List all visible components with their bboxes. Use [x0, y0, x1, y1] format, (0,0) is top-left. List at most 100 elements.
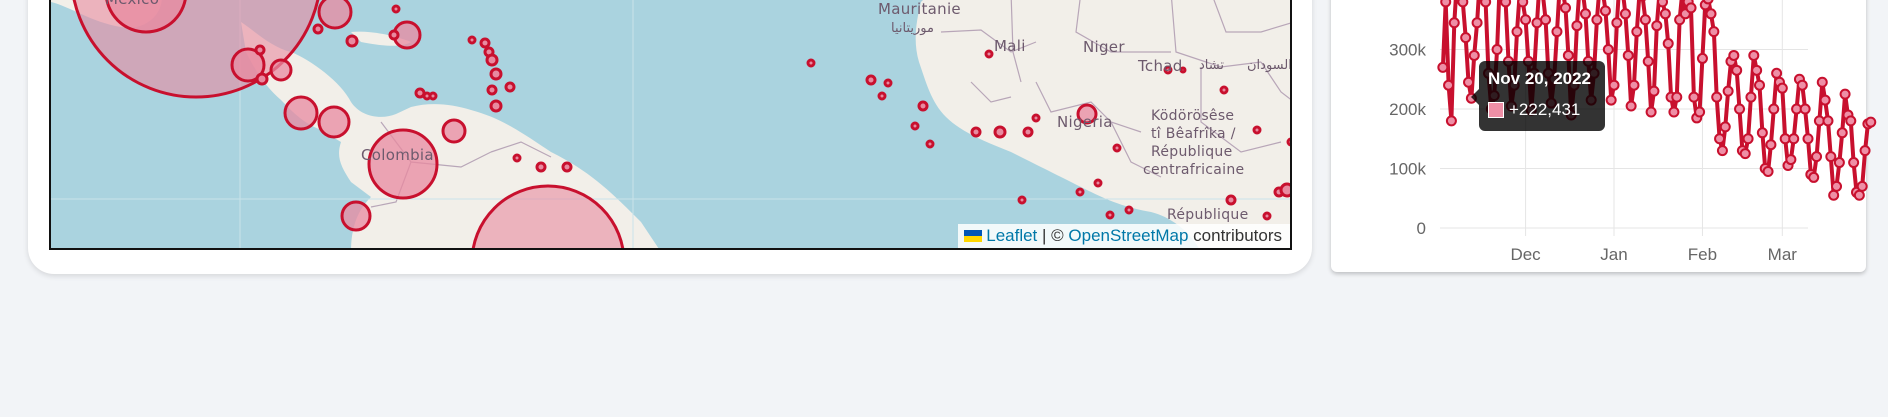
data-point: [1839, 88, 1851, 100]
data-point: [1685, 2, 1697, 14]
data-point: [1445, 115, 1457, 127]
data-point: [1560, 2, 1572, 14]
tooltip-swatch: [1488, 102, 1504, 118]
data-point: [1811, 151, 1823, 163]
data-point: [1785, 154, 1797, 166]
data-point: [1751, 64, 1763, 76]
x-tick-label: Mar: [1768, 245, 1798, 264]
data-point: [1457, 0, 1469, 8]
data-point: [1816, 76, 1828, 88]
data-point: [1622, 49, 1634, 61]
data-point: [1571, 20, 1583, 32]
data-point: [1602, 44, 1614, 55]
x-tick-label: Feb: [1688, 245, 1717, 264]
data-point: [1768, 103, 1780, 115]
data-point: [1739, 148, 1751, 160]
data-point: [1825, 151, 1837, 163]
data-point: [1611, 17, 1623, 29]
data-point: [1463, 76, 1475, 88]
data-point: [1694, 106, 1706, 118]
data-point: [1714, 133, 1726, 145]
data-point: [1819, 94, 1831, 106]
y-tick-label: 0: [1417, 219, 1426, 238]
tooltip-caret: [1471, 89, 1479, 105]
data-point: [1708, 26, 1720, 38]
data-point: [1468, 49, 1480, 61]
data-point: [1591, 14, 1603, 26]
data-point: [1765, 139, 1777, 151]
data-point: [1511, 26, 1523, 38]
x-tick-label: Dec: [1510, 245, 1541, 264]
data-point: [1716, 145, 1728, 157]
y-tick-label: 100k: [1389, 160, 1426, 179]
data-point: [1788, 133, 1800, 145]
data-point: [1836, 127, 1848, 139]
data-point: [1443, 79, 1455, 91]
data-point: [1833, 157, 1845, 169]
data-point: [1520, 14, 1532, 26]
data-point: [1831, 180, 1843, 192]
data-point: [1762, 165, 1774, 177]
data-point: [1642, 55, 1654, 67]
data-point: [1711, 91, 1723, 103]
tooltip-title: Nov 20, 2022: [1488, 69, 1592, 88]
data-point: [1628, 79, 1640, 91]
data-point: [1551, 26, 1563, 38]
data-point: [1648, 85, 1660, 97]
data-point: [1625, 100, 1637, 112]
data-point: [1745, 91, 1757, 103]
data-point: [1480, 0, 1492, 8]
y-tick-label: 300k: [1389, 41, 1426, 60]
data-point: [1579, 8, 1591, 20]
data-point: [1605, 94, 1617, 106]
data-point: [1662, 38, 1674, 50]
data-point: [1491, 44, 1503, 55]
data-point: [1440, 0, 1452, 8]
data-point: [1722, 85, 1734, 97]
data-point: [1865, 116, 1877, 128]
data-point: [1731, 64, 1743, 76]
data-point: [1828, 189, 1840, 201]
data-point: [1796, 79, 1808, 91]
data-point: [1645, 106, 1657, 118]
data-point: [1659, 8, 1671, 20]
data-point: [1754, 79, 1766, 91]
data-point: [1517, 0, 1529, 8]
data-point: [1728, 49, 1740, 61]
data-point: [1756, 127, 1768, 139]
data-point: [1500, 0, 1512, 8]
data-point: [1668, 106, 1680, 118]
data-point: [1562, 49, 1574, 61]
data-point: [1671, 91, 1683, 103]
data-point: [1657, 0, 1669, 8]
data-point: [1619, 8, 1631, 20]
data-point: [1460, 32, 1472, 44]
chart-tooltip: Nov 20, 2022 +222,431: [1479, 61, 1605, 131]
data-point: [1719, 121, 1731, 133]
x-tick-label: Jan: [1600, 245, 1627, 264]
daily-cases-chart[interactable]: 0 100k 200k 300k Dec Jan Feb Mar: [0, 0, 1888, 417]
data-point: [1471, 17, 1483, 29]
data-point: [1799, 103, 1811, 115]
data-point: [1696, 52, 1708, 64]
data-point: [1859, 145, 1871, 157]
data-point: [1742, 133, 1754, 145]
tooltip-value: +222,431: [1509, 100, 1581, 119]
data-point: [1608, 79, 1620, 91]
data-point: [1702, 0, 1714, 5]
data-point: [1639, 14, 1651, 26]
data-point: [1856, 180, 1868, 192]
data-point: [1848, 157, 1860, 169]
data-point: [1771, 67, 1783, 79]
data-point: [1802, 133, 1814, 145]
data-point: [1853, 189, 1865, 201]
data-point: [1688, 91, 1700, 103]
data-point: [1845, 115, 1857, 127]
data-point: [1599, 5, 1611, 17]
data-point: [1776, 82, 1788, 94]
data-point: [1437, 61, 1449, 73]
data-point: [1734, 103, 1746, 115]
data-point: [1448, 17, 1460, 29]
data-point: [1808, 171, 1820, 183]
data-point: [1822, 115, 1834, 127]
